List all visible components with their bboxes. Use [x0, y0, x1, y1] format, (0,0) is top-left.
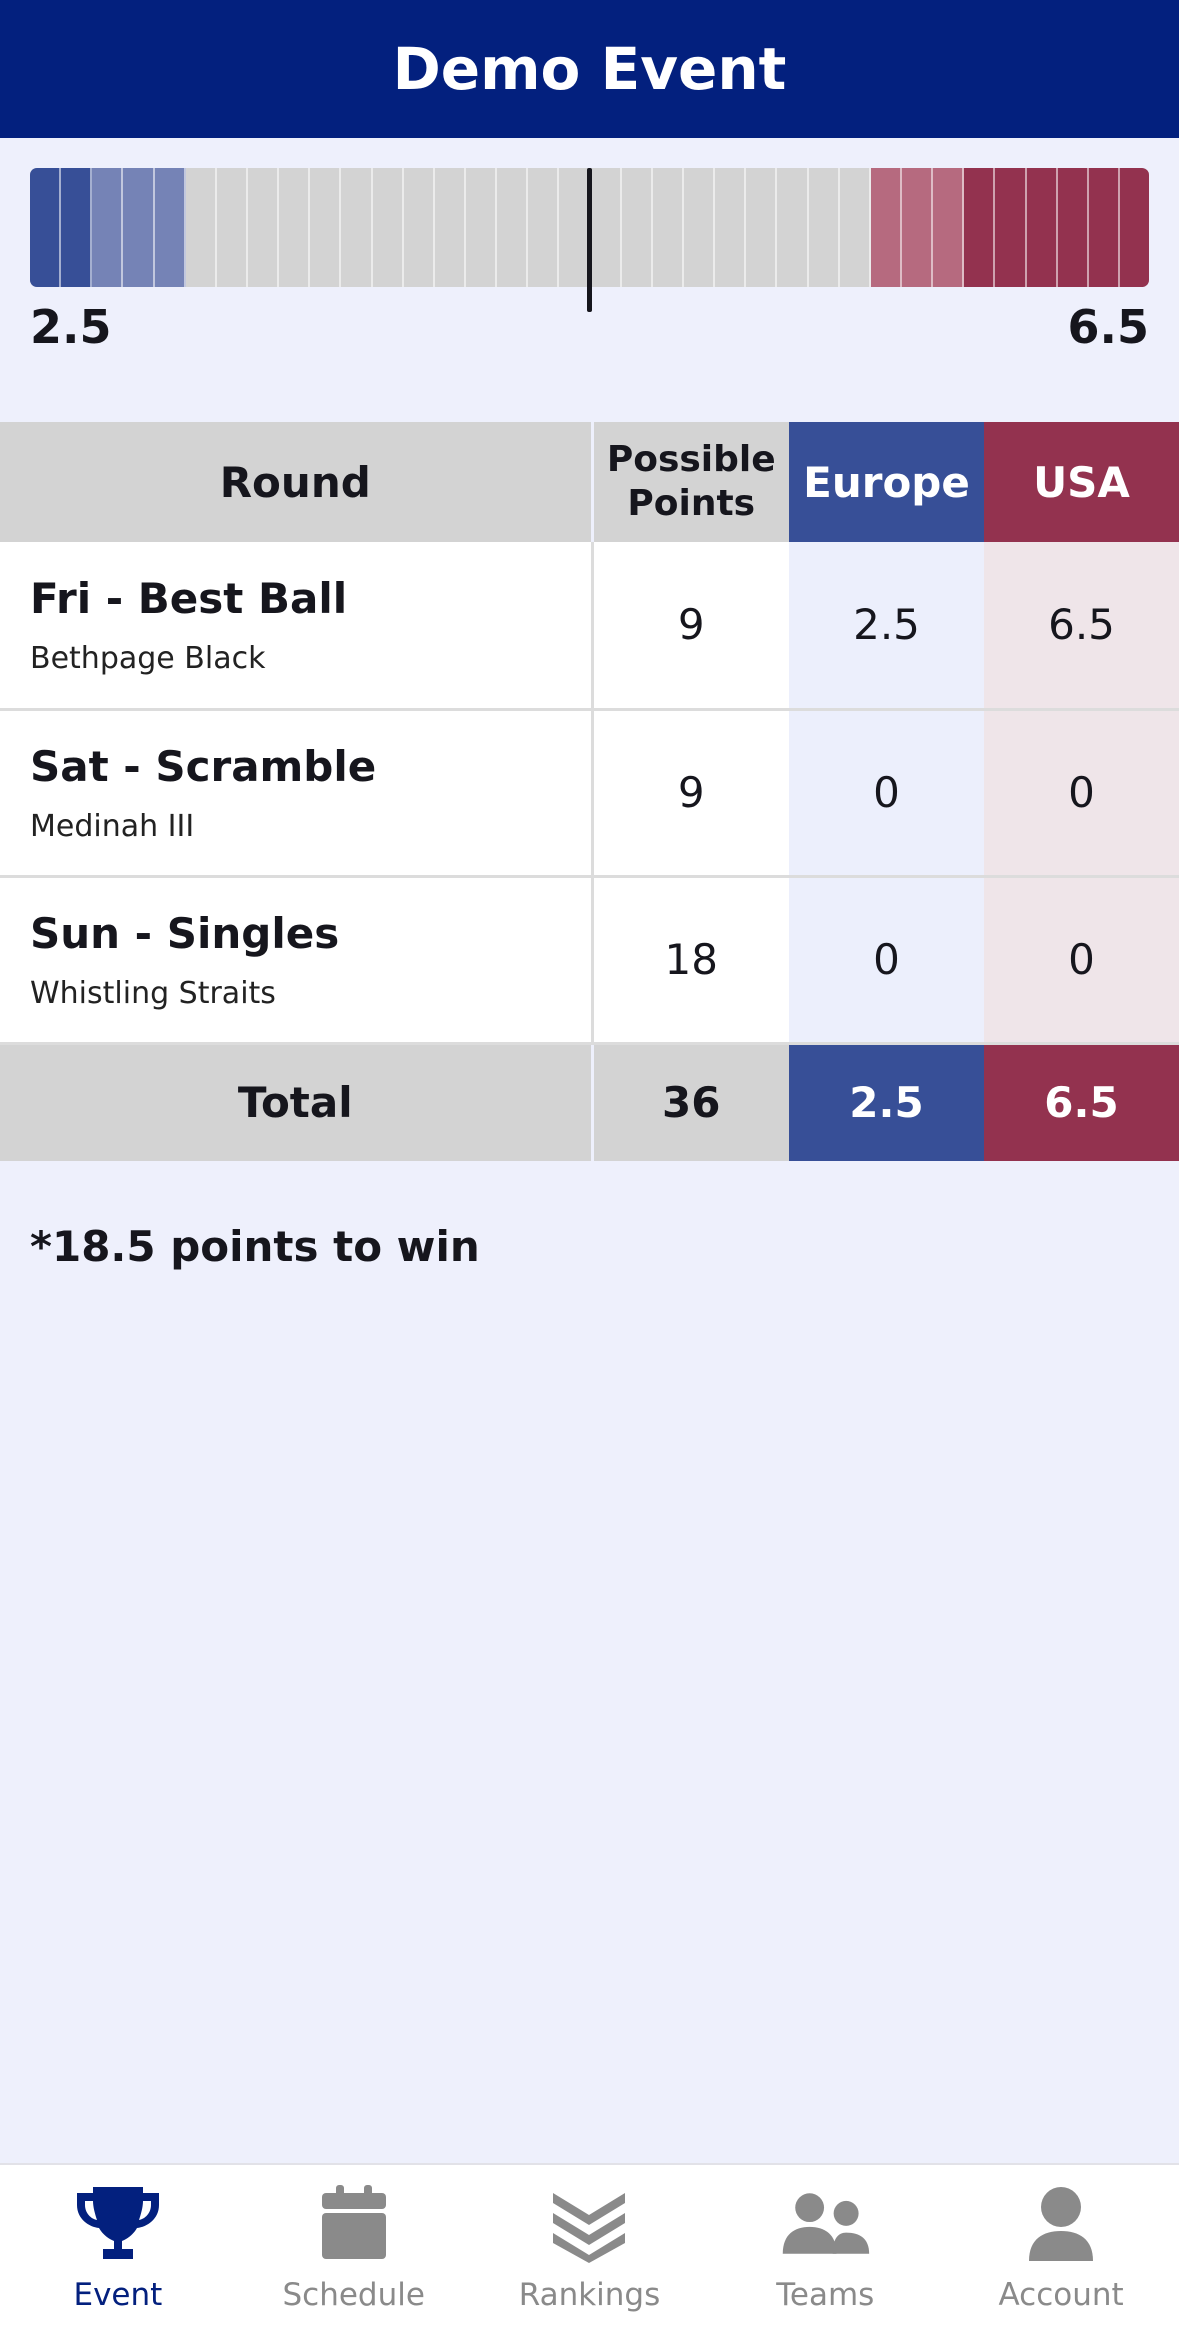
score-bar-segment — [465, 168, 498, 287]
tab-account[interactable]: Account — [943, 2165, 1179, 2340]
people-icon — [777, 2183, 873, 2263]
total-europe-points: 2.5 — [789, 1043, 984, 1161]
score-bar-segment — [652, 168, 684, 287]
total-possible-points: 36 — [592, 1043, 789, 1161]
score-bar-segment — [61, 168, 93, 287]
score-bar-segment — [310, 168, 342, 287]
column-header-europe: Europe — [789, 422, 984, 542]
score-bar-segment — [497, 168, 529, 287]
round-cell: Sun - Singles Whistling Straits — [0, 876, 594, 1045]
table-row[interactable]: Sun - Singles Whistling Straits 18 0 0 — [0, 876, 1179, 1045]
tab-schedule[interactable]: Schedule — [236, 2165, 472, 2340]
round-name: Fri - Best Ball — [30, 573, 348, 623]
possible-points-cell: 9 — [592, 709, 789, 878]
score-bar-segment — [434, 168, 466, 287]
column-header-possible-points: Possible Points — [592, 422, 789, 542]
total-row: Total 36 2.5 6.5 — [0, 1043, 1179, 1161]
score-bar-segment — [216, 168, 248, 287]
tab-schedule-label: Schedule — [282, 2277, 425, 2313]
score-bar-segment — [341, 168, 373, 287]
tab-event[interactable]: Event — [0, 2165, 236, 2340]
usa-points-cell: 6.5 — [984, 542, 1179, 711]
page-title: Demo Event — [392, 35, 787, 103]
score-bar-segment — [185, 168, 217, 287]
round-name: Sat - Scramble — [30, 741, 377, 791]
round-course: Whistling Straits — [30, 975, 276, 1011]
score-bar-segment — [808, 168, 840, 287]
europe-score-label: 2.5 — [30, 300, 112, 354]
europe-points-cell: 0 — [789, 876, 984, 1045]
score-bar-segment — [683, 168, 716, 287]
calendar-icon — [306, 2183, 402, 2263]
score-bar-segment — [154, 168, 186, 287]
score-bar-segment — [279, 168, 311, 287]
score-bar-segment — [621, 168, 653, 287]
score-bar-segment — [715, 168, 747, 287]
score-bar-segment — [746, 168, 778, 287]
score-bar-segment — [1057, 168, 1089, 287]
total-usa-points: 6.5 — [984, 1043, 1179, 1161]
usa-score-label: 6.5 — [1067, 300, 1150, 354]
score-bar-segment — [1088, 168, 1120, 287]
trophy-icon — [70, 2183, 166, 2263]
score-bar-segment — [964, 168, 996, 287]
score-bar-segment — [30, 168, 62, 287]
usa-points-cell: 0 — [984, 709, 1179, 878]
score-bar-segment — [528, 168, 560, 287]
column-header-usa: USA — [984, 422, 1179, 542]
chevrons-icon — [541, 2183, 637, 2263]
round-cell: Fri - Best Ball Bethpage Black — [0, 542, 594, 711]
person-icon — [1013, 2183, 1109, 2263]
round-cell: Sat - Scramble Medinah III — [0, 709, 594, 878]
possible-points-cell: 18 — [592, 876, 789, 1045]
score-bar-segment — [777, 168, 809, 287]
tab-account-label: Account — [998, 2277, 1124, 2313]
score-bar-segment — [995, 168, 1027, 287]
tab-rankings[interactable]: Rankings — [472, 2165, 708, 2340]
score-bar-segment — [372, 168, 404, 287]
score-bar-segment — [870, 168, 902, 287]
possible-header-line1: Possible — [606, 439, 776, 480]
score-bar-segment — [123, 168, 155, 287]
win-threshold-marker — [587, 168, 592, 312]
bottom-tab-bar: Event Schedule Rankings Teams Account — [0, 2163, 1179, 2340]
europe-points-cell: 2.5 — [789, 542, 984, 711]
app-header: Demo Event — [0, 0, 1179, 138]
possible-points-cell: 9 — [592, 542, 789, 711]
tab-teams[interactable]: Teams — [707, 2165, 943, 2340]
score-bar-segment — [247, 168, 280, 287]
score-table: Round Possible Points Europe USA Fri - B… — [0, 422, 1179, 1161]
table-row[interactable]: Fri - Best Ball Bethpage Black 9 2.5 6.5 — [0, 542, 1179, 711]
score-bar-segment — [1119, 168, 1149, 287]
tab-teams-label: Teams — [776, 2277, 875, 2313]
score-bar-segment — [901, 168, 934, 287]
tab-event-label: Event — [73, 2277, 163, 2313]
column-header-round: Round — [0, 422, 594, 542]
score-bar-segment — [590, 168, 622, 287]
score-bar-segment — [403, 168, 435, 287]
score-bar-segment — [559, 168, 591, 287]
round-course: Medinah III — [30, 808, 195, 844]
table-header-row: Round Possible Points Europe USA — [0, 422, 1179, 542]
europe-points-cell: 0 — [789, 709, 984, 878]
tab-rankings-label: Rankings — [518, 2277, 661, 2313]
total-label: Total — [0, 1043, 594, 1161]
round-name: Sun - Singles — [30, 908, 340, 958]
score-bar-segment — [1026, 168, 1058, 287]
round-course: Bethpage Black — [30, 640, 266, 676]
points-to-win-note: *18.5 points to win — [30, 1222, 480, 1271]
score-bar-segment — [92, 168, 124, 287]
score-bar-segment — [839, 168, 871, 287]
table-row[interactable]: Sat - Scramble Medinah III 9 0 0 — [0, 709, 1179, 878]
possible-header-line2: Points — [627, 483, 756, 524]
score-bar-segment — [933, 168, 965, 287]
usa-points-cell: 0 — [984, 876, 1179, 1045]
